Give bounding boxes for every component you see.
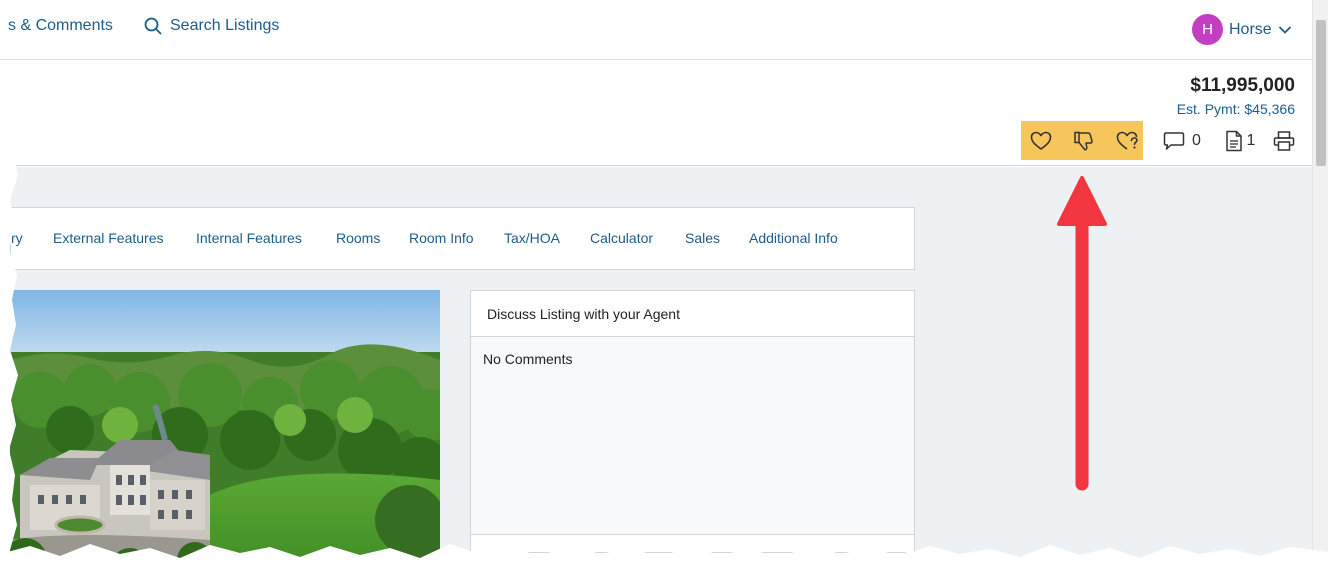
section-tabs: ry External Features Internal Features R… <box>10 207 915 270</box>
tab-room-info[interactable]: Room Info <box>409 230 474 246</box>
chevron-down-icon <box>1278 25 1291 34</box>
top-nav: s & Comments Search Listings H Horse <box>0 0 1312 60</box>
scrollbar-thumb[interactable] <box>1316 20 1326 166</box>
nav-link-search-listings[interactable]: Search Listings <box>144 17 279 35</box>
documents-count: 1 <box>1246 132 1256 149</box>
comment-icon <box>1163 132 1185 150</box>
thumbs-down-icon <box>1074 131 1093 151</box>
favorite-button[interactable] <box>1028 128 1054 154</box>
no-comments-text: No Comments <box>483 351 573 367</box>
tab-sales[interactable]: Sales <box>685 230 720 246</box>
user-name: Horse <box>1229 20 1272 38</box>
tab-calculator[interactable]: Calculator <box>590 230 653 246</box>
tab-additional-info[interactable]: Additional Info <box>749 230 838 246</box>
tab-external-features[interactable]: External Features <box>53 230 164 246</box>
torn-edge-left <box>0 60 18 573</box>
heart-question-icon <box>1116 131 1138 150</box>
discussion-panel: Discuss Listing with your Agent No Comme… <box>470 290 915 573</box>
listing-price: $11,995,000 <box>1190 75 1295 96</box>
user-menu[interactable]: H Horse <box>1192 14 1292 45</box>
tab-tax-hoa[interactable]: Tax/HOA <box>504 230 560 246</box>
dislike-button[interactable] <box>1071 128 1097 154</box>
listing-photo[interactable] <box>10 290 440 573</box>
listing-header: $11,995,000 Est. Pymt: $45,366 0 1 <box>0 61 1312 166</box>
print-icon <box>1273 131 1295 151</box>
tab-rooms[interactable]: Rooms <box>336 230 380 246</box>
nav-link-comments[interactable]: s & Comments <box>8 17 113 35</box>
maybe-button[interactable] <box>1115 128 1141 154</box>
print-button[interactable] <box>1271 128 1297 154</box>
avatar: H <box>1192 14 1223 45</box>
discussion-title: Discuss Listing with your Agent <box>471 291 914 337</box>
nav-search-label: Search Listings <box>170 17 280 34</box>
discussion-comments: No Comments <box>471 337 914 535</box>
heart-icon <box>1030 131 1052 150</box>
listing-photo-image <box>10 290 440 573</box>
torn-edge-bottom <box>0 544 1328 573</box>
documents-button[interactable]: 1 <box>1222 128 1258 154</box>
listing-page: s & Comments Search Listings H Horse $11… <box>0 0 1328 573</box>
search-icon <box>144 17 162 35</box>
vertical-scrollbar[interactable] <box>1312 0 1328 573</box>
comments-button[interactable]: 0 <box>1160 128 1204 154</box>
comments-count: 0 <box>1192 132 1201 149</box>
estimated-payment-link[interactable]: Est. Pymt: $45,366 <box>1177 101 1295 117</box>
annotation-arrow <box>1057 176 1107 491</box>
tab-internal-features[interactable]: Internal Features <box>196 230 302 246</box>
document-icon <box>1225 130 1242 152</box>
